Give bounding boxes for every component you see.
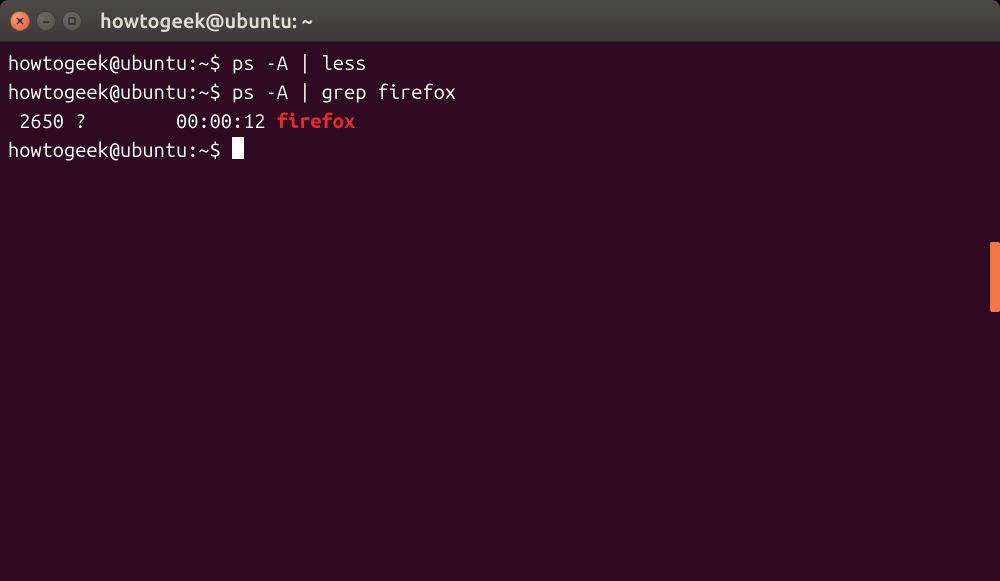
command-text: ps -A | less [221,51,367,74]
terminal-body[interactable]: howtogeek@ubuntu:~$ ps -A | less howtoge… [0,42,1000,581]
window-title: howtogeek@ubuntu: ~ [100,9,313,32]
close-icon [15,16,25,26]
minimize-icon [41,16,51,26]
prompt: howtogeek@ubuntu:~$ [8,51,221,74]
close-button[interactable] [10,11,30,31]
terminal-window: howtogeek@ubuntu: ~ howtogeek@ubuntu:~$ … [0,0,1000,581]
maximize-icon [67,16,77,26]
prompt: howtogeek@ubuntu:~$ [8,138,221,161]
terminal-line: howtogeek@ubuntu:~$ [8,135,992,164]
command-text [221,138,232,161]
cursor [232,137,244,159]
terminal-line: howtogeek@ubuntu:~$ ps -A | less [8,48,992,77]
output-text: 2650 ? 00:00:12 [8,109,277,132]
command-text: ps -A | grep firefox [221,80,456,103]
grep-match: firefox [277,109,355,132]
terminal-line: howtogeek@ubuntu:~$ ps -A | grep firefox [8,77,992,106]
titlebar[interactable]: howtogeek@ubuntu: ~ [0,0,1000,42]
terminal-line: 2650 ? 00:00:12 firefox [8,106,992,135]
minimize-button[interactable] [36,11,56,31]
window-controls [10,11,82,31]
maximize-button[interactable] [62,11,82,31]
scrollbar-thumb[interactable] [990,242,1000,312]
prompt: howtogeek@ubuntu:~$ [8,80,221,103]
